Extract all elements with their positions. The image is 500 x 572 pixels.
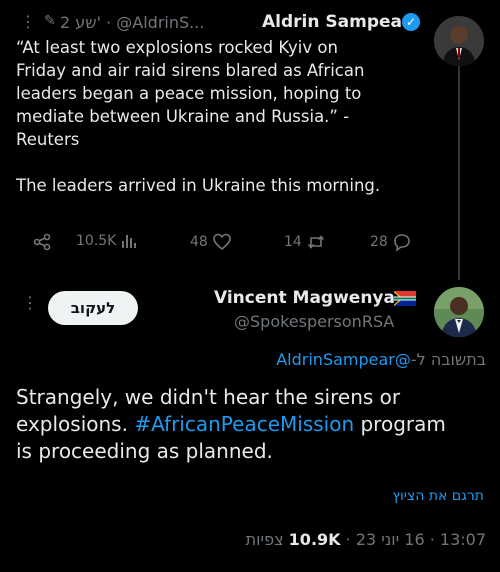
like-count: 48 — [190, 234, 208, 250]
tweet2-handle[interactable]: @SpokespersonRSA — [234, 312, 394, 331]
south-africa-flag-icon — [394, 291, 416, 306]
tweet2-views-count: 10.9K — [288, 530, 341, 549]
share-button[interactable] — [32, 232, 52, 252]
thread-line — [458, 66, 460, 280]
reply-icon — [394, 234, 410, 252]
views-button[interactable]: 10.5K — [76, 232, 138, 250]
tweet1-header: ⋮ ✎ 2 שע' · @AldrinS... Aldrin Sampear ✓ — [0, 10, 500, 36]
more-options-icon[interactable]: ⋮ — [20, 12, 36, 31]
analytics-icon — [122, 235, 137, 248]
views-count: 10.5K — [76, 233, 117, 249]
repost-button[interactable]: 14 — [284, 232, 326, 252]
replying-to: בתשובה ל-@AldrinSampear — [276, 350, 486, 369]
verified-icon: ✓ — [402, 13, 420, 31]
tweet2-timestamp[interactable]: 13:07 · 16 יוני 23 · — [341, 530, 486, 549]
tweet2-timestamp-row: 13:07 · 16 יוני 23 · 10.9K צפיות — [246, 530, 486, 549]
reply-count: 28 — [370, 234, 388, 250]
tweet1-avatar[interactable] — [434, 16, 484, 66]
repost-icon — [307, 235, 324, 249]
tweet1-meta[interactable]: 2 שע' · @AldrinS... — [60, 13, 250, 32]
heart-icon — [213, 233, 231, 251]
tweet1-text: “At least two explosions rocked Kyiv on … — [16, 38, 381, 195]
like-button[interactable]: 48 — [190, 232, 232, 252]
replying-to-handle-link[interactable]: @AldrinSampear — [276, 350, 411, 369]
replying-prefix: בתשובה ל- — [410, 350, 486, 369]
hashtag-link[interactable]: #AfricanPeaceMission — [134, 412, 354, 436]
tweet2-views-label: צפיות — [245, 530, 289, 549]
share-icon — [33, 233, 51, 251]
reply-button[interactable]: 28 — [370, 232, 412, 252]
edited-pencil-icon: ✎ — [44, 13, 56, 29]
tweet1-actions: 10.5K 48 14 28 — [0, 232, 440, 254]
tweet1-author-name[interactable]: Aldrin Sampear — [262, 12, 410, 32]
tweet2-author-name[interactable]: Vincent Magwenya — [214, 288, 395, 308]
repost-count: 14 — [284, 234, 302, 250]
translate-link[interactable]: תרגם את הציוץ — [392, 488, 484, 504]
follow-button[interactable]: לעקוב — [48, 291, 138, 325]
tweet2-text: Strangely, we didn't hear the sirens or … — [16, 384, 456, 465]
tweet2-avatar[interactable] — [434, 287, 484, 337]
tweet2-more-options-icon[interactable]: ⋮ — [22, 293, 38, 312]
